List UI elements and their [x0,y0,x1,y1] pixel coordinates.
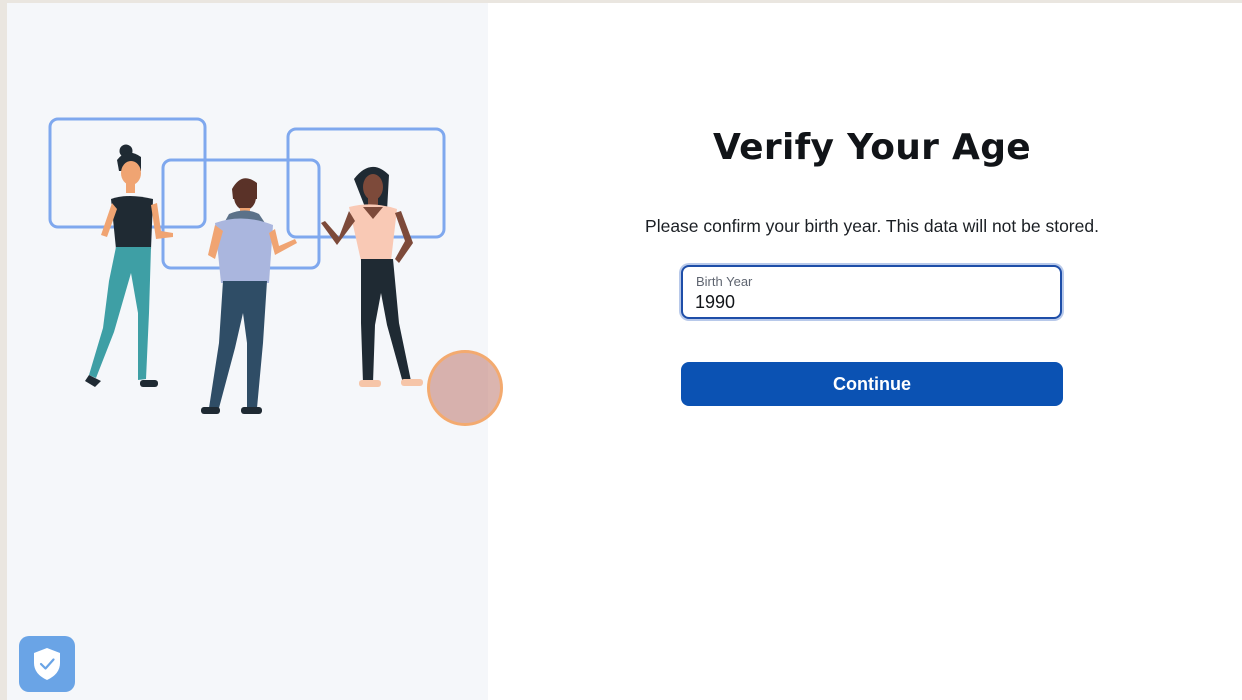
security-badge-button[interactable] [19,636,75,692]
person-man-lavender-shirt [201,178,297,414]
person-woman-peach-top [321,166,423,387]
person-woman-teal-pants [85,144,173,387]
verification-form-panel: Verify Your Age Please confirm your birt… [488,3,1242,700]
page-subtitle: Please confirm your birth year. This dat… [645,216,1099,236]
birth-year-input[interactable] [695,291,1045,313]
birth-year-label: Birth Year [696,274,753,289]
page-title: Verify Your Age [712,127,1032,168]
people-illustration [48,117,446,414]
birth-year-field[interactable]: Birth Year [681,265,1062,319]
age-verification-page: Verify Your Age Please confirm your birt… [7,3,1242,700]
shield-check-icon [34,648,60,680]
illustration-panel [7,3,488,700]
continue-button[interactable]: Continue [681,362,1063,406]
